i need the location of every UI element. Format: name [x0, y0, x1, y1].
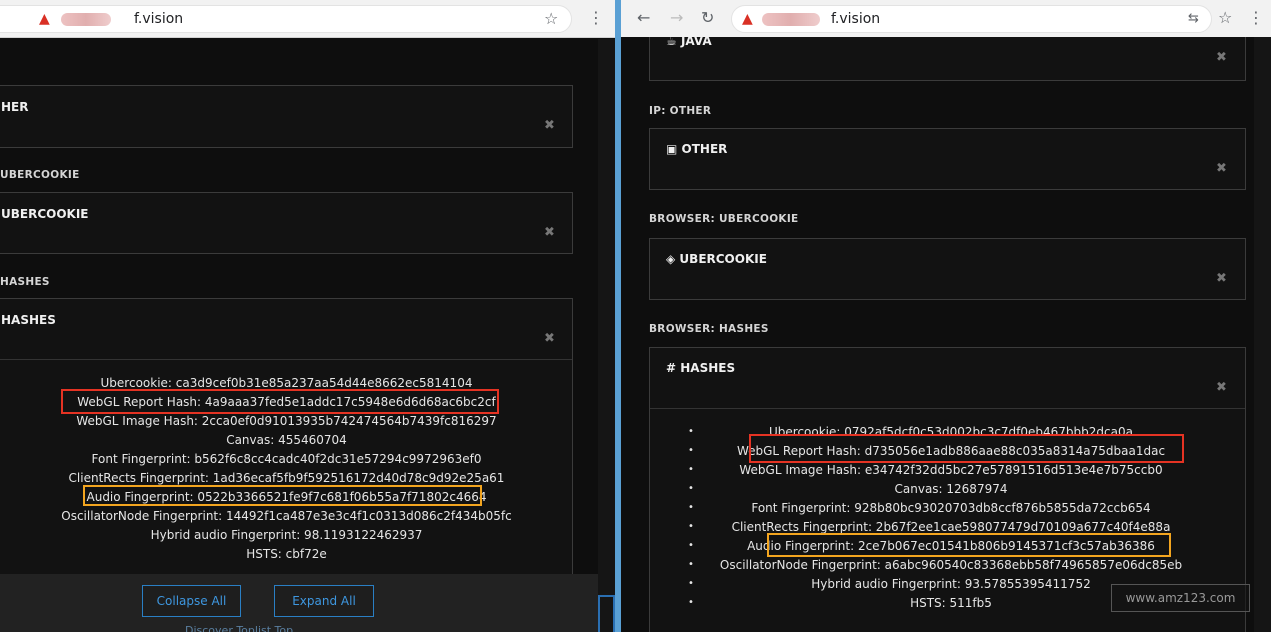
menu-kebab-icon[interactable]: ⋮: [588, 8, 604, 28]
panel-ubercookie[interactable]: ◈ UBERCOOKIE ✖: [649, 238, 1246, 300]
left-browser-window: ▲ f.vision ☆ ⋮ HER ✖ UBERCOOKIE UBERCOOK…: [0, 0, 615, 632]
scroll-corner: [598, 595, 615, 632]
fp-webgl-image-hash: WebGL Image Hash: 2cca0ef0d91013935b7424…: [76, 414, 497, 428]
list-bullets: • • • • • • • • • •: [688, 426, 694, 608]
scrollbar[interactable]: [1254, 37, 1271, 632]
section-label: BROWSER: UBERCOOKIE: [649, 213, 799, 225]
fp-webgl-image-hash: WebGL Image Hash: e34742f32dd5bc27e57891…: [739, 463, 1163, 477]
left-address-bar[interactable]: ▲ f.vision ☆: [0, 5, 572, 33]
section-label: BROWSER: HASHES: [649, 323, 769, 335]
bookmark-star-icon[interactable]: ☆: [1218, 8, 1232, 28]
fp-oscillatornode: OscillatorNode Fingerprint: a6abc960540c…: [719, 558, 1183, 572]
fp-hsts: HSTS: cbf72e: [246, 547, 327, 561]
redacted-url-part: [762, 13, 820, 26]
panel-other[interactable]: ▣ OTHER ✖: [649, 128, 1246, 190]
panel-title: ▣ OTHER: [666, 142, 727, 156]
watermark: www.amz123.com: [1111, 584, 1250, 612]
right-page-content: ☕ JAVA ✖ IP: OTHER ▣ OTHER ✖ BROWSER: UB…: [621, 37, 1271, 632]
panel-title: UBERCOOKIE: [1, 207, 89, 221]
left-browser-toolbar: ▲ f.vision ☆ ⋮: [0, 0, 615, 38]
screenshot-root: ▲ f.vision ☆ ⋮ HER ✖ UBERCOOKIE UBERCOOK…: [0, 0, 1271, 632]
fp-canvas: Canvas: 12687974: [894, 482, 1008, 496]
reload-icon[interactable]: ↻: [701, 8, 714, 28]
left-page-content: HER ✖ UBERCOOKIE UBERCOOKIE ✖ HASHES HAS…: [0, 39, 615, 632]
highlight-audio-fingerprint: [83, 485, 482, 506]
panel-title-text: UBERCOOKIE: [679, 252, 767, 266]
panel-title: HER: [1, 100, 29, 114]
code-icon: ◈: [666, 252, 676, 266]
panel-title: # HASHES: [666, 361, 735, 375]
url-host: f.vision: [134, 11, 184, 27]
panel-title: ◈ UBERCOOKIE: [666, 252, 767, 266]
close-icon[interactable]: ✖: [544, 225, 555, 240]
section-label: HASHES: [0, 276, 50, 288]
close-icon[interactable]: ✖: [1216, 271, 1227, 286]
panel-java[interactable]: ☕ JAVA ✖: [649, 37, 1246, 81]
footer-link[interactable]: Discover Toplist Top: [185, 624, 293, 632]
fp-font: Font Fingerprint: b562f6c8cc4cadc40f2dc3…: [91, 452, 482, 466]
menu-kebab-icon[interactable]: ⋮: [1248, 8, 1264, 28]
right-address-bar[interactable]: ▲ f.vision ⇆: [731, 5, 1212, 33]
expand-all-button[interactable]: Expand All: [274, 585, 374, 617]
fp-oscillatornode: OscillatorNode Fingerprint: 14492f1ca487…: [61, 509, 512, 523]
divider: [650, 408, 1245, 409]
highlight-webgl-report: [749, 434, 1184, 463]
fp-canvas: Canvas: 455460704: [226, 433, 347, 447]
section-label: UBERCOOKIE: [0, 169, 80, 181]
highlight-audio-fingerprint: [767, 533, 1171, 557]
panel-title-text: OTHER: [681, 142, 728, 156]
briefcase-icon: ▣: [666, 142, 678, 156]
fp-hybrid-audio: Hybrid audio Fingerprint: 98.11931224629…: [150, 528, 423, 542]
right-browser-toolbar: ← → ↻ ▲ f.vision ⇆ ☆ ⋮: [621, 0, 1271, 38]
close-icon[interactable]: ✖: [544, 118, 555, 133]
divider: [0, 359, 572, 360]
panel-ubercookie[interactable]: UBERCOOKIE ✖: [0, 192, 573, 254]
page-footer-bar: Collapse All Expand All Discover Toplist…: [0, 574, 598, 632]
insecure-warning-icon[interactable]: ▲: [39, 11, 55, 27]
translate-icon[interactable]: ⇆: [1188, 11, 1199, 26]
redacted-url-part: [61, 13, 111, 26]
insecure-warning-icon[interactable]: ▲: [742, 11, 758, 27]
back-icon[interactable]: ←: [637, 8, 650, 28]
section-label: IP: OTHER: [649, 105, 712, 117]
bookmark-star-icon[interactable]: ☆: [544, 9, 558, 28]
hash-icon: #: [666, 361, 677, 375]
panel-title-text: JAVA: [680, 37, 712, 48]
close-icon[interactable]: ✖: [1216, 380, 1227, 395]
collapse-all-button[interactable]: Collapse All: [142, 585, 241, 617]
panel-title-text: HASHES: [680, 361, 736, 375]
close-icon[interactable]: ✖: [544, 331, 555, 346]
panel-other[interactable]: HER ✖: [0, 85, 573, 148]
right-browser-window: ← → ↻ ▲ f.vision ⇆ ☆ ⋮ ☕ JAVA ✖ IP: OTHE…: [621, 0, 1271, 632]
forward-icon[interactable]: →: [670, 8, 683, 28]
scrollbar[interactable]: [598, 39, 615, 632]
close-icon[interactable]: ✖: [1216, 161, 1227, 176]
highlight-webgl-report: [61, 389, 499, 414]
fp-font: Font Fingerprint: 928b80bc93020703db8ccf…: [751, 501, 1151, 515]
panel-title: ☕ JAVA: [666, 37, 712, 48]
url-host: f.vision: [831, 11, 881, 27]
close-icon[interactable]: ✖: [1216, 50, 1227, 65]
panel-title: HASHES: [1, 313, 56, 327]
